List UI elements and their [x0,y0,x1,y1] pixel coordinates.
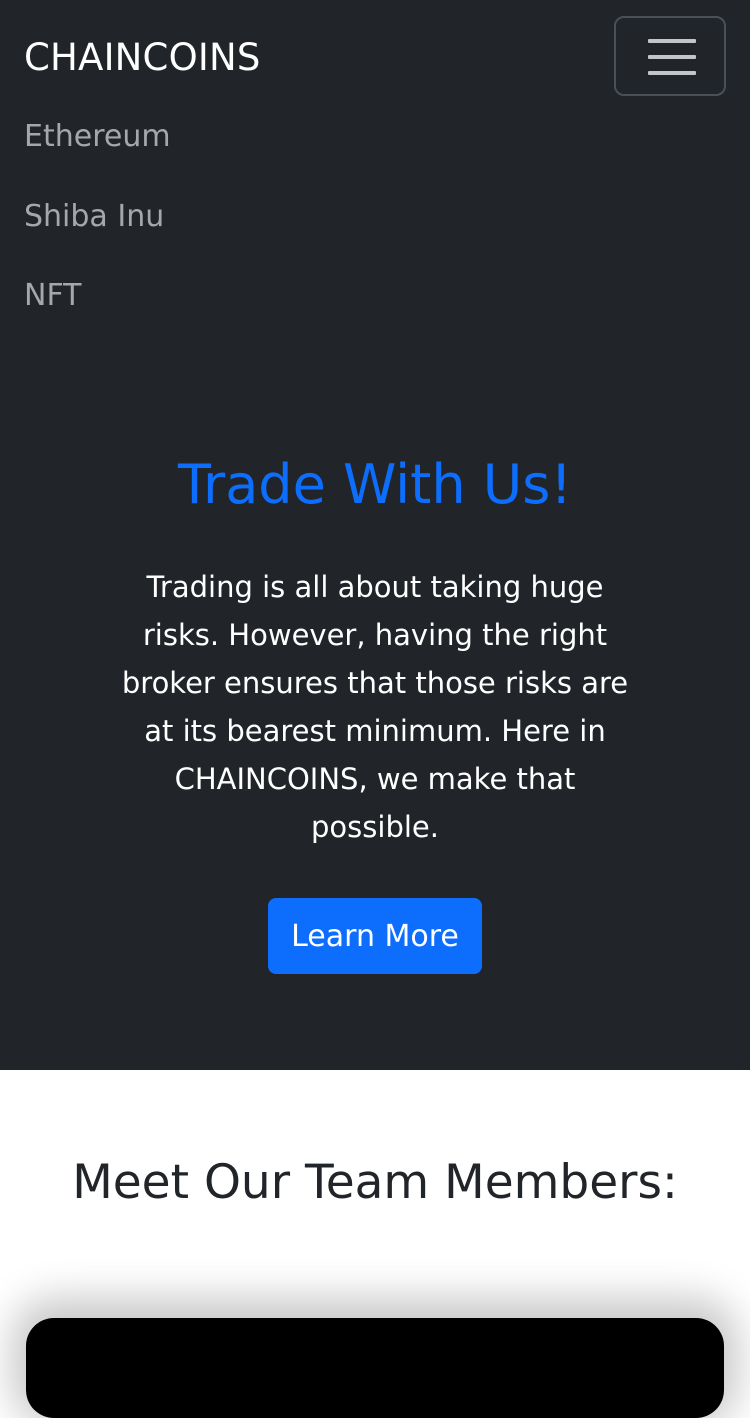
team-member-card [26,1318,724,1418]
hero-section: CHAINCOINS Ethereum Shiba Inu NFT Trade … [0,0,750,1070]
learn-more-button[interactable]: Learn More [268,898,482,974]
nav-link-ethereum[interactable]: Ethereum [24,117,171,157]
nav-link-nft[interactable]: NFT [24,276,82,316]
hero-title: Trade With Us! [177,453,573,516]
navbar-toggler-button[interactable] [614,16,726,96]
nav-link-shiba-inu[interactable]: Shiba Inu [24,197,164,237]
team-section-title: Meet Our Team Members: [72,1155,678,1210]
navbar-brand[interactable]: CHAINCOINS [24,34,261,82]
hero-description: Trading is all about taking huge risks. … [121,570,629,844]
